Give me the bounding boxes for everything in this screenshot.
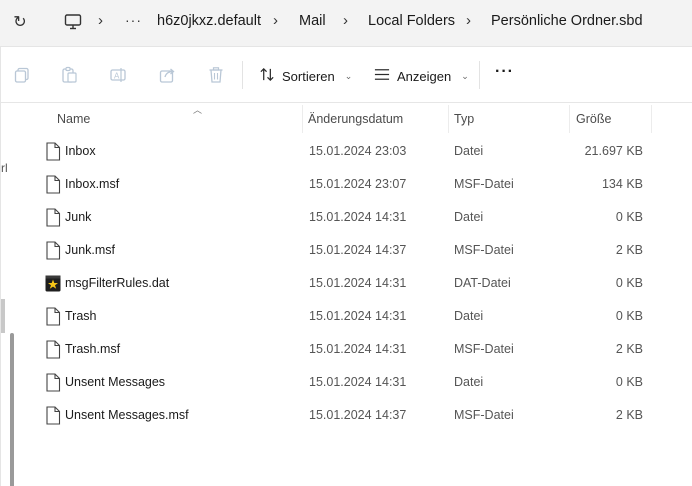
- paste-icon[interactable]: [60, 66, 78, 84]
- file-name: Unsent Messages.msf: [65, 408, 189, 422]
- file-size: 0 KB: [615, 210, 643, 224]
- file-size: 0 KB: [615, 276, 643, 290]
- chevron-right-icon[interactable]: ›: [343, 12, 348, 29]
- file-date: 15.01.2024 14:31: [309, 342, 407, 356]
- file-row[interactable]: Trash.msf 15.01.2024 14:31 MSF-Datei 2 K…: [23, 333, 691, 366]
- file-icon: [45, 142, 61, 161]
- column-type[interactable]: Typ: [454, 112, 474, 126]
- more-options-button[interactable]: ···: [495, 63, 514, 81]
- file-name: Inbox.msf: [65, 177, 120, 191]
- file-row[interactable]: Junk.msf 15.01.2024 14:37 MSF-Datei 2 KB: [23, 234, 691, 267]
- file-type: Datei: [454, 144, 484, 158]
- file-icon: [45, 307, 61, 326]
- file-date: 15.01.2024 14:37: [309, 243, 407, 257]
- file-icon: [45, 373, 61, 392]
- file-date: 15.01.2024 23:07: [309, 177, 407, 191]
- column-date[interactable]: Änderungsdatum: [308, 112, 403, 126]
- toolbar-divider: [479, 61, 480, 89]
- file-type: MSF-Datei: [454, 408, 514, 422]
- file-type: Datei: [454, 375, 484, 389]
- file-icon: [45, 175, 61, 194]
- chevron-right-icon[interactable]: ›: [273, 12, 278, 29]
- file-size: 21.697 KB: [584, 144, 643, 158]
- column-divider[interactable]: [569, 105, 570, 133]
- file-row[interactable]: Unsent Messages 15.01.2024 14:31 Datei 0…: [23, 366, 691, 399]
- explorer-content: A Sortieren ⌄ Anzeigen ⌄ ··· rl ︿ Name Ä…: [0, 46, 692, 486]
- chevron-right-icon[interactable]: ›: [98, 12, 103, 29]
- file-row[interactable]: Unsent Messages.msf 15.01.2024 14:37 MSF…: [23, 399, 691, 432]
- dat-file-icon: [45, 274, 61, 293]
- file-name: Inbox: [65, 144, 96, 158]
- sort-icon: [259, 66, 276, 86]
- file-icon: [45, 340, 61, 359]
- file-name: Junk: [65, 210, 92, 224]
- file-name: Trash.msf: [65, 342, 121, 356]
- file-row[interactable]: Junk 15.01.2024 14:31 Datei 0 KB: [23, 201, 691, 234]
- file-size: 2 KB: [615, 342, 643, 356]
- file-row[interactable]: Inbox.msf 15.01.2024 23:07 MSF-Datei 134…: [23, 168, 691, 201]
- column-divider[interactable]: [448, 105, 449, 133]
- breadcrumb-overflow-button[interactable]: ···: [125, 12, 142, 28]
- file-name: Trash: [65, 309, 97, 323]
- sort-ascending-icon: ︿: [193, 105, 203, 115]
- file-size: 134 KB: [601, 177, 643, 191]
- file-date: 15.01.2024 14:31: [309, 375, 407, 389]
- computer-icon[interactable]: [63, 12, 83, 32]
- sort-button[interactable]: Sortieren ⌄: [259, 65, 352, 87]
- file-date: 15.01.2024 23:03: [309, 144, 407, 158]
- nav-scrollbar[interactable]: [10, 333, 14, 486]
- file-type: DAT-Datei: [454, 276, 511, 290]
- file-size: 2 KB: [615, 408, 643, 422]
- file-date: 15.01.2024 14:37: [309, 408, 407, 422]
- navigation-pane-edge: rl: [1, 103, 21, 486]
- file-type: MSF-Datei: [454, 342, 514, 356]
- address-bar: ↻ › ··· h6z0jkxz.default › Mail › Local …: [0, 0, 692, 46]
- file-name: msgFilterRules.dat: [65, 276, 170, 290]
- refresh-icon[interactable]: ↻: [10, 12, 30, 32]
- chevron-down-icon: ⌄: [461, 70, 469, 81]
- toolbar-divider: [242, 61, 243, 89]
- file-size: 0 KB: [615, 375, 643, 389]
- file-name: Unsent Messages: [65, 375, 166, 389]
- file-type: MSF-Datei: [454, 243, 514, 257]
- breadcrumb-local-folders[interactable]: Local Folders: [368, 13, 455, 29]
- file-date: 15.01.2024 14:31: [309, 210, 407, 224]
- file-icon: [45, 241, 61, 260]
- view-list-icon: [373, 66, 391, 86]
- breadcrumb-profile[interactable]: h6z0jkxz.default: [157, 13, 261, 29]
- column-size[interactable]: Größe: [576, 112, 611, 126]
- file-size: 2 KB: [615, 243, 643, 257]
- svg-text:A: A: [114, 72, 120, 81]
- command-bar: A Sortieren ⌄ Anzeigen ⌄ ···: [1, 47, 692, 103]
- column-header: ︿ Name Änderungsdatum Typ Größe: [23, 103, 691, 135]
- breadcrumb-mail[interactable]: Mail: [299, 13, 326, 29]
- column-divider[interactable]: [302, 105, 303, 133]
- file-row[interactable]: Inbox 15.01.2024 23:03 Datei 21.697 KB: [23, 135, 691, 168]
- chevron-right-icon[interactable]: ›: [466, 12, 471, 29]
- breadcrumb-current-folder[interactable]: Persönliche Ordner.sbd: [491, 13, 643, 29]
- sort-label: Sortieren: [282, 68, 335, 84]
- delete-icon[interactable]: [207, 66, 225, 84]
- view-button[interactable]: Anzeigen ⌄: [373, 65, 469, 87]
- column-divider[interactable]: [651, 105, 652, 133]
- copy-icon[interactable]: [13, 66, 31, 84]
- chevron-down-icon: ⌄: [344, 70, 353, 81]
- file-icon: [45, 208, 61, 227]
- file-row[interactable]: Trash 15.01.2024 14:31 Datei 0 KB: [23, 300, 691, 333]
- nav-item-fragment[interactable]: rl: [1, 161, 8, 175]
- view-label: Anzeigen: [397, 68, 452, 84]
- file-date: 15.01.2024 14:31: [309, 309, 407, 323]
- nav-selection-indicator: [1, 299, 5, 333]
- file-type: Datei: [454, 309, 484, 323]
- file-icon: [45, 406, 61, 425]
- file-size: 0 KB: [615, 309, 643, 323]
- file-name: Junk.msf: [65, 243, 116, 257]
- file-type: Datei: [454, 210, 484, 224]
- column-name[interactable]: Name: [57, 112, 90, 126]
- file-type: MSF-Datei: [454, 177, 514, 191]
- file-row[interactable]: msgFilterRules.dat 15.01.2024 14:31 DAT-…: [23, 267, 691, 300]
- share-icon[interactable]: [158, 66, 176, 84]
- rename-icon[interactable]: A: [109, 66, 127, 84]
- file-date: 15.01.2024 14:31: [309, 276, 407, 290]
